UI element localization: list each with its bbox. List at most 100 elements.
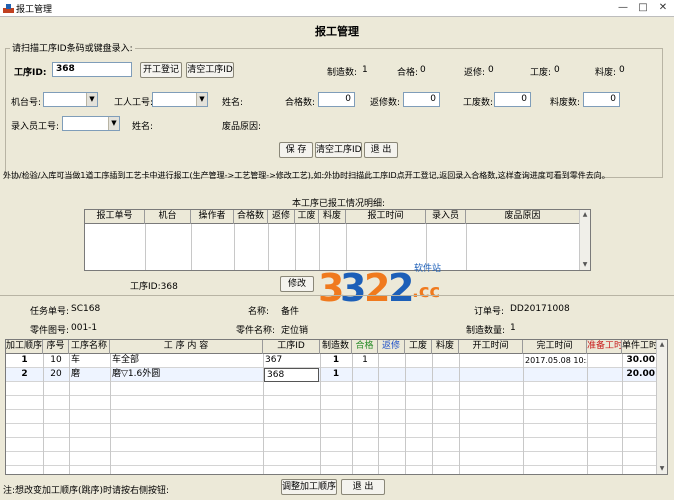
col-header: 完工时间 bbox=[523, 340, 587, 354]
chevron-down-icon[interactable]: ▼ bbox=[108, 117, 119, 130]
cell-process-id[interactable]: 368 bbox=[264, 368, 319, 382]
cell-seq: 20 bbox=[50, 369, 62, 379]
worker-select[interactable]: ▼ bbox=[152, 92, 208, 107]
qty-value: 1 bbox=[510, 323, 516, 333]
watermark-logo: 3 3 2 2 .cc 软件站 bbox=[318, 262, 441, 309]
process-id-label: 工序ID: bbox=[14, 68, 47, 78]
table-row[interactable] bbox=[6, 410, 657, 424]
qualified-input[interactable]: 0 bbox=[318, 92, 355, 107]
worker-name-label: 姓名: bbox=[222, 98, 244, 108]
cell-process-id: 367 bbox=[265, 355, 283, 365]
entry-name-label: 姓名: bbox=[132, 122, 154, 132]
svg-text:.cc: .cc bbox=[412, 281, 440, 302]
cell-seq: 10 bbox=[50, 355, 62, 365]
table-row[interactable]: 1 10 车 车全部 367 1 1 2017.05.08 10:39 30.0… bbox=[6, 354, 657, 368]
cell-finish-time bbox=[523, 368, 587, 382]
info-text: 外协/检验/入库可当做1道工序插到工艺卡中进行报工(生产管理->工艺管理->修改… bbox=[3, 171, 610, 180]
reported-scrollbar[interactable]: ▲ ▼ bbox=[579, 210, 590, 270]
count-matscrap-value: 0 bbox=[619, 65, 625, 75]
col-header: 工废 bbox=[295, 210, 319, 224]
order-no-label: 订单号: bbox=[474, 307, 505, 317]
worker-label: 工人工号: bbox=[114, 98, 154, 108]
table-row[interactable] bbox=[6, 452, 657, 466]
entry-staff-select[interactable]: ▼ bbox=[62, 116, 120, 131]
cell-good: 1 bbox=[362, 355, 368, 365]
col-header: 加工顺序 bbox=[6, 340, 43, 354]
cell-start-time bbox=[459, 354, 523, 368]
clear-process-id-button-2[interactable]: 清空工序ID bbox=[315, 142, 362, 158]
cell-process-content: 车全部 bbox=[112, 355, 140, 365]
chevron-down-icon[interactable]: ▼ bbox=[196, 93, 207, 106]
count-rework-value: 0 bbox=[488, 65, 494, 75]
col-header: 工 序 内 容 bbox=[110, 340, 263, 354]
exit-button[interactable]: 退 出 bbox=[364, 142, 398, 158]
modify-button[interactable]: 修改 bbox=[280, 276, 314, 292]
rework-label: 返修数: bbox=[370, 98, 401, 108]
machine-select[interactable]: ▼ bbox=[43, 92, 98, 107]
clear-process-id-button[interactable]: 清空工序ID bbox=[186, 62, 234, 78]
process-scrollbar[interactable]: ▲ ▼ bbox=[656, 340, 667, 474]
col-header: 工序名称 bbox=[69, 340, 110, 354]
col-header: 合格 bbox=[352, 340, 378, 354]
col-header: 工序ID bbox=[263, 340, 320, 354]
svg-text:软件站: 软件站 bbox=[414, 262, 441, 274]
order-no-value: DD20171008 bbox=[510, 304, 570, 314]
qty-label: 制造数量: bbox=[466, 326, 506, 336]
matscrap-label: 料废数: bbox=[550, 98, 581, 108]
exit-bottom-button[interactable]: 退 出 bbox=[341, 479, 385, 495]
cell-workscrap bbox=[405, 354, 432, 368]
workscrap-label: 工废数: bbox=[463, 98, 494, 108]
table-row[interactable] bbox=[6, 424, 657, 438]
footer-note: 注:想改变加工顺序(跳序)时请按右侧按钮: bbox=[3, 486, 170, 496]
title-bar: 报工管理 — □ ✕ bbox=[0, 0, 674, 17]
table-row[interactable] bbox=[6, 396, 657, 410]
process-id-input[interactable]: 368 bbox=[52, 62, 132, 77]
cell-prep-hours bbox=[587, 354, 622, 368]
col-header: 单件工时 bbox=[622, 341, 657, 351]
col-header: 报工时间 bbox=[346, 210, 426, 224]
table-row[interactable] bbox=[6, 438, 657, 452]
table-row[interactable] bbox=[6, 382, 657, 396]
col-header: 料废 bbox=[319, 210, 346, 224]
table-row[interactable]: 2 20 磨 磨▽1.6外圆 368 1 20.00 bbox=[6, 368, 657, 382]
count-good-label: 合格: bbox=[397, 68, 419, 78]
drawing-no-label: 零件图号: bbox=[30, 326, 70, 336]
workscrap-input[interactable]: 0 bbox=[494, 92, 531, 107]
col-header: 报工单号 bbox=[85, 210, 145, 224]
chevron-down-icon[interactable]: ▼ bbox=[86, 93, 97, 106]
cell-unit-hours: 30.00 bbox=[626, 355, 655, 365]
save-button[interactable]: 保 存 bbox=[279, 142, 313, 158]
cell-process-name: 车 bbox=[71, 355, 81, 365]
col-header: 合格数 bbox=[234, 210, 268, 224]
scroll-up-icon[interactable]: ▲ bbox=[580, 210, 590, 220]
col-header: 废品原因 bbox=[504, 211, 541, 221]
window-title: 报工管理 bbox=[16, 5, 53, 15]
cell-unit-hours: 20.00 bbox=[626, 369, 655, 379]
close-button[interactable]: ✕ bbox=[654, 1, 672, 15]
process-table[interactable]: 加工顺序 序号 工序名称 工 序 内 容 工序ID 制造数 合格 返修 工废 料… bbox=[5, 339, 668, 475]
svg-text:3: 3 bbox=[340, 266, 366, 309]
scroll-down-icon[interactable]: ▼ bbox=[657, 464, 667, 474]
scrap-reason-label: 废品原因: bbox=[222, 122, 262, 132]
start-register-button[interactable]: 开工登记 bbox=[140, 62, 182, 78]
adjust-order-button[interactable]: 调整加工顺序 bbox=[281, 479, 337, 495]
scroll-up-icon[interactable]: ▲ bbox=[657, 340, 667, 350]
svg-text:2: 2 bbox=[388, 266, 414, 309]
maximize-button[interactable]: □ bbox=[634, 1, 652, 15]
scroll-down-icon[interactable]: ▼ bbox=[580, 260, 590, 270]
rework-input[interactable]: 0 bbox=[403, 92, 440, 107]
cell-make: 1 bbox=[332, 369, 340, 379]
cell-matscrap bbox=[432, 354, 459, 368]
qualified-label: 合格数: bbox=[285, 98, 316, 108]
minimize-button[interactable]: — bbox=[614, 1, 632, 15]
cell-workscrap bbox=[405, 368, 432, 382]
cell-process-content: 磨▽1.6外圆 bbox=[112, 369, 161, 379]
drawing-no-value: 001-1 bbox=[71, 323, 98, 333]
matscrap-input[interactable]: 0 bbox=[583, 92, 620, 107]
cell-matscrap bbox=[432, 368, 459, 382]
count-make-label: 制造数: bbox=[327, 68, 358, 78]
svg-text:2: 2 bbox=[364, 266, 390, 309]
cell-rework bbox=[378, 354, 405, 368]
cell-order: 1 bbox=[21, 355, 28, 365]
cell-finish-time: 2017.05.08 10:39 bbox=[525, 356, 587, 365]
